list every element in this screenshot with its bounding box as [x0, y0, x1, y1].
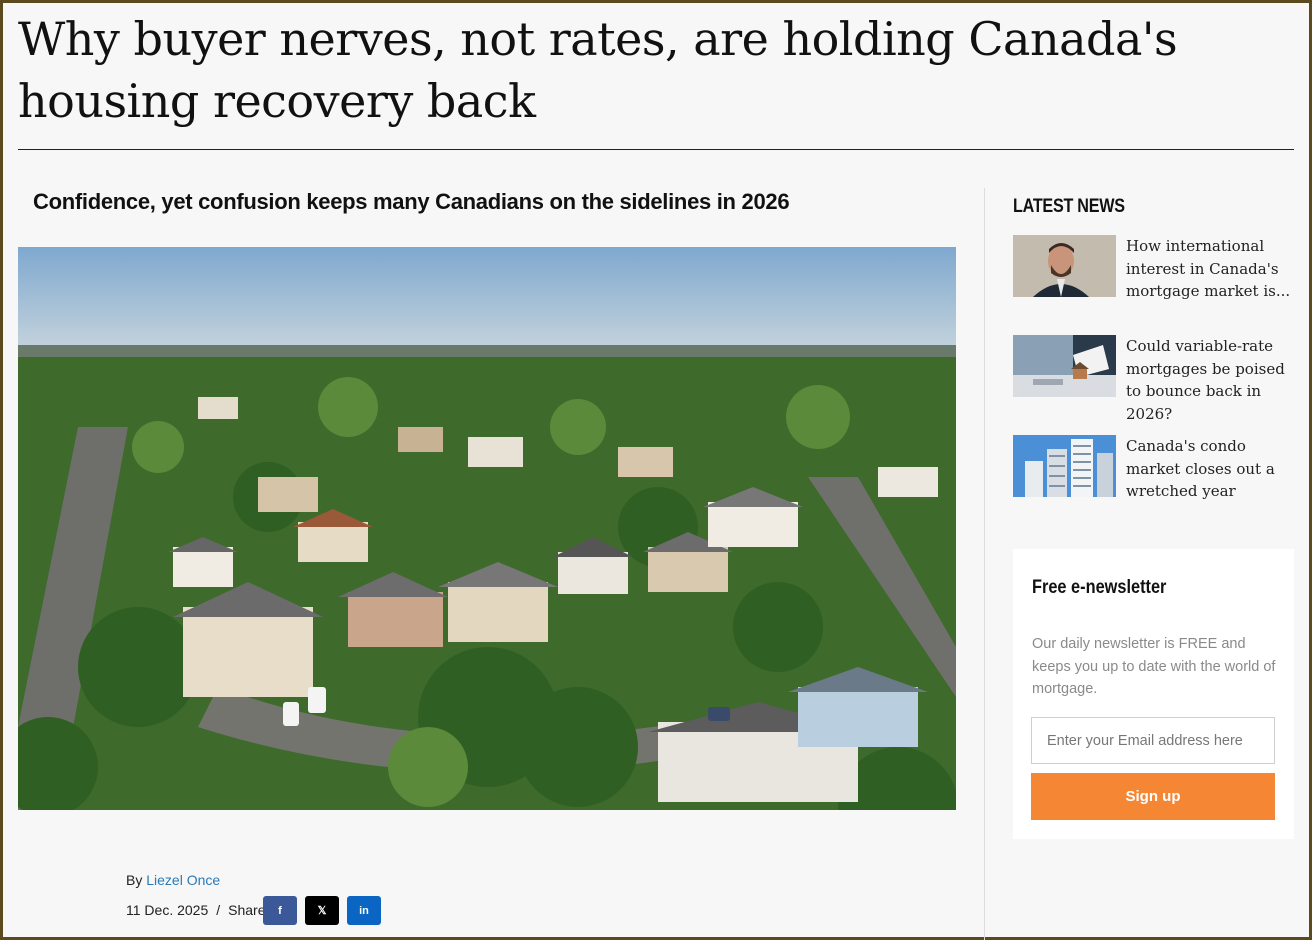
news-thumbnail-desk [1013, 335, 1116, 397]
news-item-title[interactable]: Could variable-rate mortgages be poised … [1126, 335, 1296, 425]
share-label: Share [228, 902, 266, 918]
article-headline: Why buyer nerves, not rates, are holding… [18, 12, 1178, 128]
x-icon: 𝕏 [317, 905, 327, 917]
news-item-title[interactable]: How international interest in Canada's m… [1126, 235, 1296, 303]
dateline: 11 Dec. 2025 / Share [126, 900, 266, 920]
news-thumbnail-condo-towers [1013, 435, 1116, 497]
article-subheadline: Confidence, yet confusion keeps many Can… [33, 189, 790, 214]
signup-button[interactable]: Sign up [1031, 773, 1275, 820]
headline-divider [18, 149, 1294, 150]
latest-news-heading: LATEST NEWS [1013, 196, 1125, 217]
date-separator: / [216, 902, 221, 918]
author-link[interactable]: Liezel Once [146, 872, 220, 888]
news-thumbnail-portrait [1013, 235, 1116, 297]
x-share-button[interactable]: 𝕏 [305, 896, 339, 925]
share-buttons: f 𝕏 in [263, 896, 381, 925]
byline-prefix: By [126, 872, 143, 888]
hero-image-suburb-aerial [18, 247, 956, 810]
linkedin-icon: in [359, 904, 369, 917]
newsletter-description: Our daily newsletter is FREE and keeps y… [1032, 636, 1276, 697]
linkedin-share-button[interactable]: in [347, 896, 381, 925]
publish-date: 11 Dec. 2025 [126, 902, 209, 918]
email-input[interactable] [1031, 717, 1275, 764]
news-item[interactable]: How international interest in Canada's m… [1013, 235, 1295, 300]
facebook-icon: f [278, 904, 282, 917]
byline: By Liezel Once [126, 872, 220, 888]
sidebar-divider [984, 188, 985, 940]
news-item[interactable]: Could variable-rate mortgages be poised … [1013, 335, 1295, 423]
news-item[interactable]: Canada's condo market closes out a wretc… [1013, 435, 1295, 500]
facebook-share-button[interactable]: f [263, 896, 297, 925]
newsletter-box: Free e-newsletter Our daily newsletter i… [1013, 549, 1294, 839]
newsletter-title: Free e-newsletter [1032, 577, 1167, 598]
news-item-title[interactable]: Canada's condo market closes out a wretc… [1126, 435, 1296, 503]
